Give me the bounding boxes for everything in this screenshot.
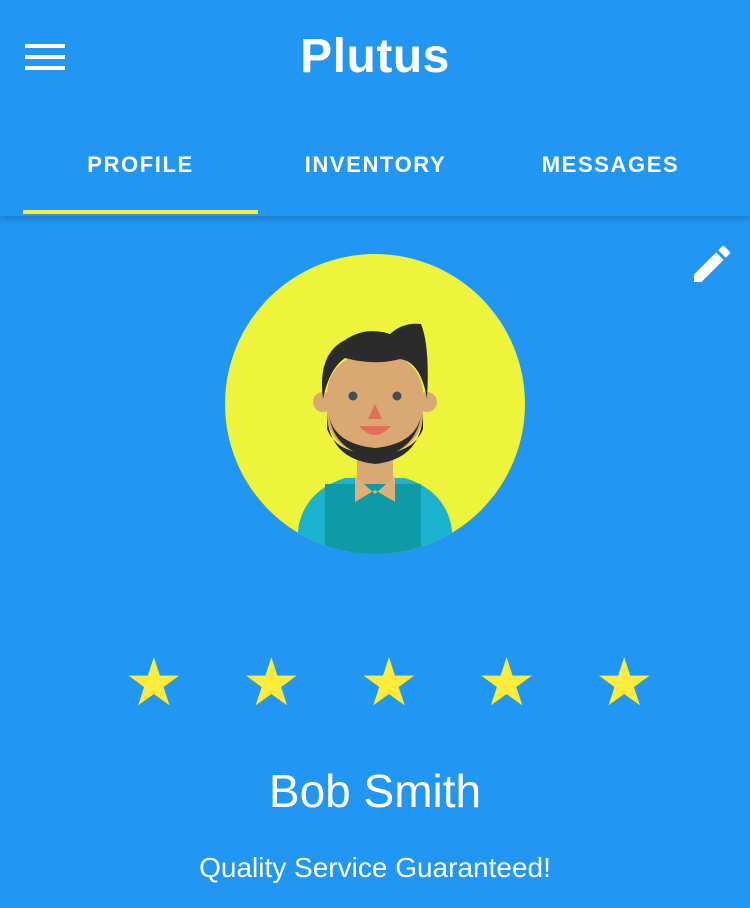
app-root: Plutus PROFILE INVENTORY MESSAGES ★ ★ ★ … (0, 0, 750, 908)
user-tagline: Quality Service Guaranteed! (199, 852, 551, 883)
star-icon[interactable]: ★ (330, 648, 448, 718)
tab-inventory-label: INVENTORY (304, 152, 447, 177)
tab-inventory[interactable]: INVENTORY (258, 120, 493, 210)
star-icon[interactable]: ★ (95, 648, 213, 718)
user-avatar[interactable] (225, 254, 525, 554)
user-name: Bob Smith (268, 765, 482, 817)
tab-messages[interactable]: MESSAGES (493, 120, 728, 210)
rating-stars: ★ ★ ★ ★ ★ (95, 648, 683, 718)
tab-messages-label: MESSAGES (541, 152, 680, 177)
tab-bar: PROFILE INVENTORY MESSAGES (23, 120, 728, 216)
tab-profile[interactable]: PROFILE (23, 120, 258, 214)
star-icon[interactable]: ★ (213, 648, 331, 718)
app-title: Plutus (300, 30, 450, 83)
pencil-edit-icon[interactable] (688, 240, 736, 288)
star-icon[interactable]: ★ (448, 648, 566, 718)
tab-profile-label: PROFILE (87, 152, 194, 177)
app-bar: Plutus PROFILE INVENTORY MESSAGES (0, 0, 750, 216)
profile-content: ★ ★ ★ ★ ★ Bob Smith Quality Service Guar… (0, 216, 750, 908)
star-icon[interactable]: ★ (565, 648, 683, 718)
tab-selected-indicator (23, 210, 258, 214)
user-avatar-illustration (225, 254, 525, 554)
